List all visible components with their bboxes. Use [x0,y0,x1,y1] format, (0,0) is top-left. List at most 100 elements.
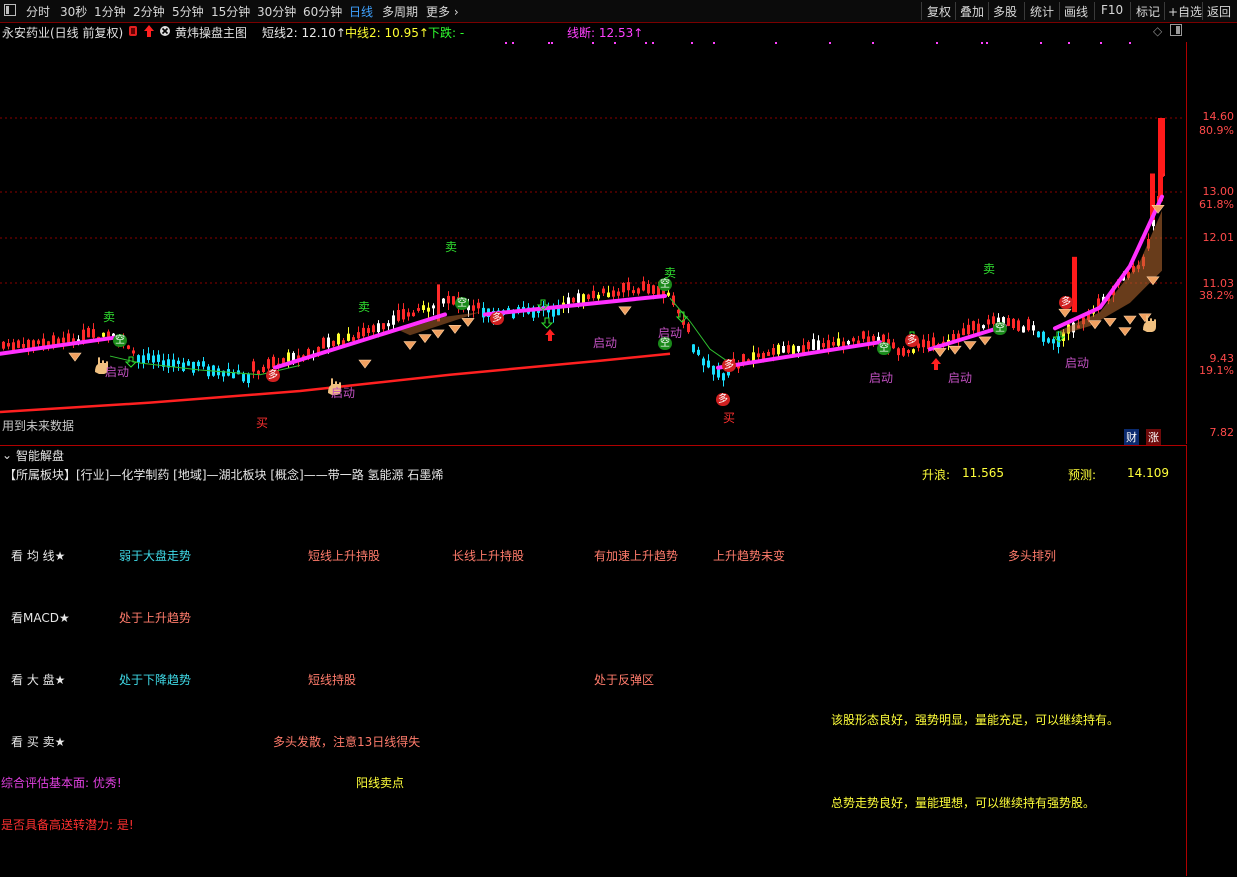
down-value: 下跌: - [428,26,465,40]
draw-line-button[interactable]: 画线 [1064,3,1088,20]
mark-button[interactable]: 标记 [1136,3,1160,20]
candle-body [102,332,105,337]
candle-body [582,294,585,304]
candle-body [177,360,180,364]
candle-body [932,337,935,347]
add-watchlist-button[interactable]: +自选 [1168,3,1202,20]
signal-dot [551,42,553,44]
sidebar-toggle-icon[interactable] [4,3,16,20]
start-marker: 启动 [331,386,356,400]
indicator-info-line: 永安药业(日线 前复权) 黄炜操盘主图 短线2: 12.10↑ 中线2: 10.… [0,23,1185,41]
indicator-name[interactable]: 黄炜操盘主图 [175,24,247,41]
up-arrow-icon[interactable] [143,24,155,41]
candle-body [852,338,855,342]
empty-badge: 空 [877,342,891,355]
candle-body [477,302,480,309]
fuquan-button[interactable]: 复权 [927,3,951,20]
gem-marker [1058,308,1072,318]
period-tab-more[interactable]: 更多 › [426,3,459,20]
period-tab-30m[interactable]: 30分钟 [257,3,296,20]
kline-chart[interactable]: 用到未来数据 财 涨 卖卖卖卖卖买买启动 启动 启动 启动 启动 启动 启动空空空空空空多多… [0,42,1185,445]
overlay-button[interactable]: 叠加 [960,3,984,20]
candle-body [27,339,30,349]
start-marker: 启动 [948,371,973,385]
limit-up-badge[interactable]: 涨 [1146,429,1161,445]
multi-stock-button[interactable]: 多股 [993,3,1017,20]
signal-dot [652,42,654,44]
expand-icon[interactable] [1170,24,1182,39]
period-tab-intraday[interactable]: 分时 [26,3,50,20]
period-tab-1m[interactable]: 1分钟 [94,3,126,20]
fundamental-eval: 综合评估基本面: 优秀! [1,776,122,790]
future-data-note: 用到未来数据 [2,419,75,433]
axis-label: 12.01 [1202,231,1235,244]
candle-body [717,369,720,378]
candle-body [42,338,45,347]
signal-dot [1100,42,1102,44]
candle-body [442,298,445,304]
signal-dot [981,42,983,44]
sell-marker: 卖 [103,310,116,324]
candle-body [357,332,360,339]
empty-badge: 空 [658,337,672,350]
candle-body [627,282,630,291]
candle-body [977,323,980,333]
candle-body [7,343,10,347]
sector-line: 【所属板块】[行业]—化学制药 [地域]—湖北板块 [概念]——带一路 氢能源 … [4,468,444,482]
buy-marker: 买 [723,411,736,425]
candle-body [572,297,575,303]
axis-label: 61.8% [1199,198,1234,211]
candle-body [332,340,335,347]
more-badge: 多 [266,369,280,382]
period-tab-60m[interactable]: 60分钟 [303,3,342,20]
candle-body [32,340,35,348]
candle-body [637,288,640,294]
f10-button[interactable]: F10 [1101,3,1123,17]
sell-marker: 卖 [983,262,996,276]
candle-body [257,370,260,375]
period-tab-daily[interactable]: 日线 [349,3,373,20]
candle-body [722,373,725,381]
signal-dot [548,42,550,44]
period-tab-15m[interactable]: 15分钟 [211,3,250,20]
candle-body [182,362,185,371]
comment-2: 总势走势良好，量能理想，可以继续持有强势股。 [831,796,1096,810]
candle-body [252,361,255,372]
kline-svg[interactable] [0,42,1185,444]
indicator-settings-icon[interactable] [128,24,138,41]
more-badge: 多 [716,393,730,406]
candle-body [1017,320,1020,331]
finance-badge[interactable]: 财 [1124,429,1139,445]
period-tab-multi[interactable]: 多周期 [382,3,418,20]
candle-body [702,358,705,366]
diamond-icon[interactable]: ◇ [1153,24,1162,38]
period-tab-30s[interactable]: 30秒 [60,3,87,20]
candle-body [397,310,400,321]
candle-body [82,329,85,341]
collapse-icon[interactable]: ⌄ [2,448,12,462]
candle-body [577,293,580,303]
close-indicator-icon[interactable] [159,24,171,41]
statistics-button[interactable]: 统计 [1030,3,1054,20]
candle-body [337,333,340,345]
more-badge: 多 [722,359,736,372]
smart-analysis-panel: ⌄ 智能解盘 【所属板块】[行业]—化学制药 [地域]—湖北板块 [概念]——带… [0,445,1186,877]
ma-item: 上升趋势未变 [713,549,786,563]
macd-row-label: 看MACD★ [11,611,70,625]
gem-marker [618,306,632,316]
buy-marker: 买 [256,416,269,430]
candle-body [652,285,655,294]
candle-body [617,291,620,296]
period-tab-2m[interactable]: 2分钟 [133,3,165,20]
candle-body [242,374,245,382]
signal-dot [936,42,938,44]
candle-body [817,340,820,352]
gem-marker [933,348,947,357]
candle-body [327,337,330,348]
candle-body [202,361,205,367]
axis-label: 19.1% [1199,364,1234,377]
period-tab-5m[interactable]: 5分钟 [172,3,204,20]
back-button[interactable]: 返回 [1207,3,1231,20]
candle-body [807,341,810,350]
predict-value: 14.109 [1127,466,1169,480]
